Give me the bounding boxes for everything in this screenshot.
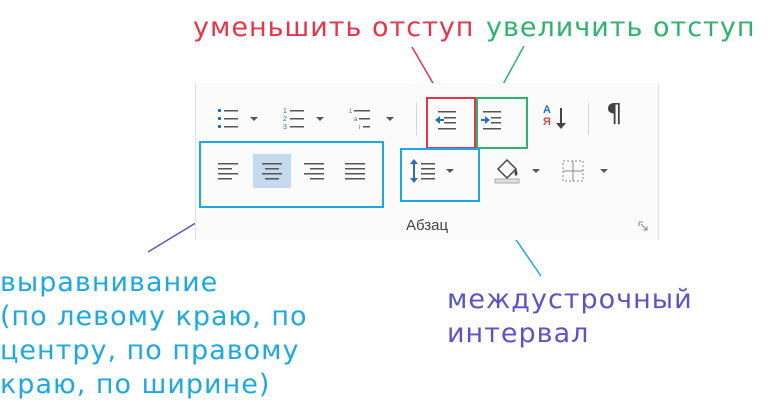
multilevel-list-button[interactable]: 1 a i <box>348 105 400 133</box>
shading-icon <box>494 158 540 184</box>
svg-text:3: 3 <box>283 124 287 131</box>
bullets-button[interactable] <box>216 105 262 133</box>
sort-button[interactable]: А Я <box>540 103 570 135</box>
line-spacing-callout-box <box>400 148 480 202</box>
show-formatting-button[interactable]: ¶ <box>606 101 623 127</box>
svg-text:1: 1 <box>349 109 353 115</box>
svg-text:i: i <box>359 125 360 131</box>
alignment-callout-box <box>199 141 384 208</box>
svg-text:a: a <box>354 117 358 123</box>
bullets-icon <box>218 109 258 128</box>
multilevel-list-icon: 1 a i <box>349 109 394 131</box>
borders-icon <box>562 160 608 182</box>
sort-icon <box>556 108 566 129</box>
separator <box>588 103 589 135</box>
sort-glyph-top: А <box>543 104 551 116</box>
dialog-launcher-button[interactable] <box>638 221 648 231</box>
increase-indent-callout-box <box>476 97 528 149</box>
show-formatting-icon: ¶ <box>606 99 623 129</box>
numbering-button[interactable]: 1 2 3 <box>282 105 328 133</box>
numbering-icon: 1 2 3 <box>283 108 324 131</box>
svg-text:1: 1 <box>283 108 287 115</box>
decrease-indent-callout-box <box>426 97 476 149</box>
sort-glyph-bottom: Я <box>543 116 551 128</box>
separator <box>416 103 417 135</box>
borders-button[interactable] <box>560 157 618 185</box>
group-label: Абзац <box>405 217 449 234</box>
svg-text:2: 2 <box>283 116 287 123</box>
dialog-launcher-icon <box>638 221 648 231</box>
shading-button[interactable] <box>492 155 550 185</box>
